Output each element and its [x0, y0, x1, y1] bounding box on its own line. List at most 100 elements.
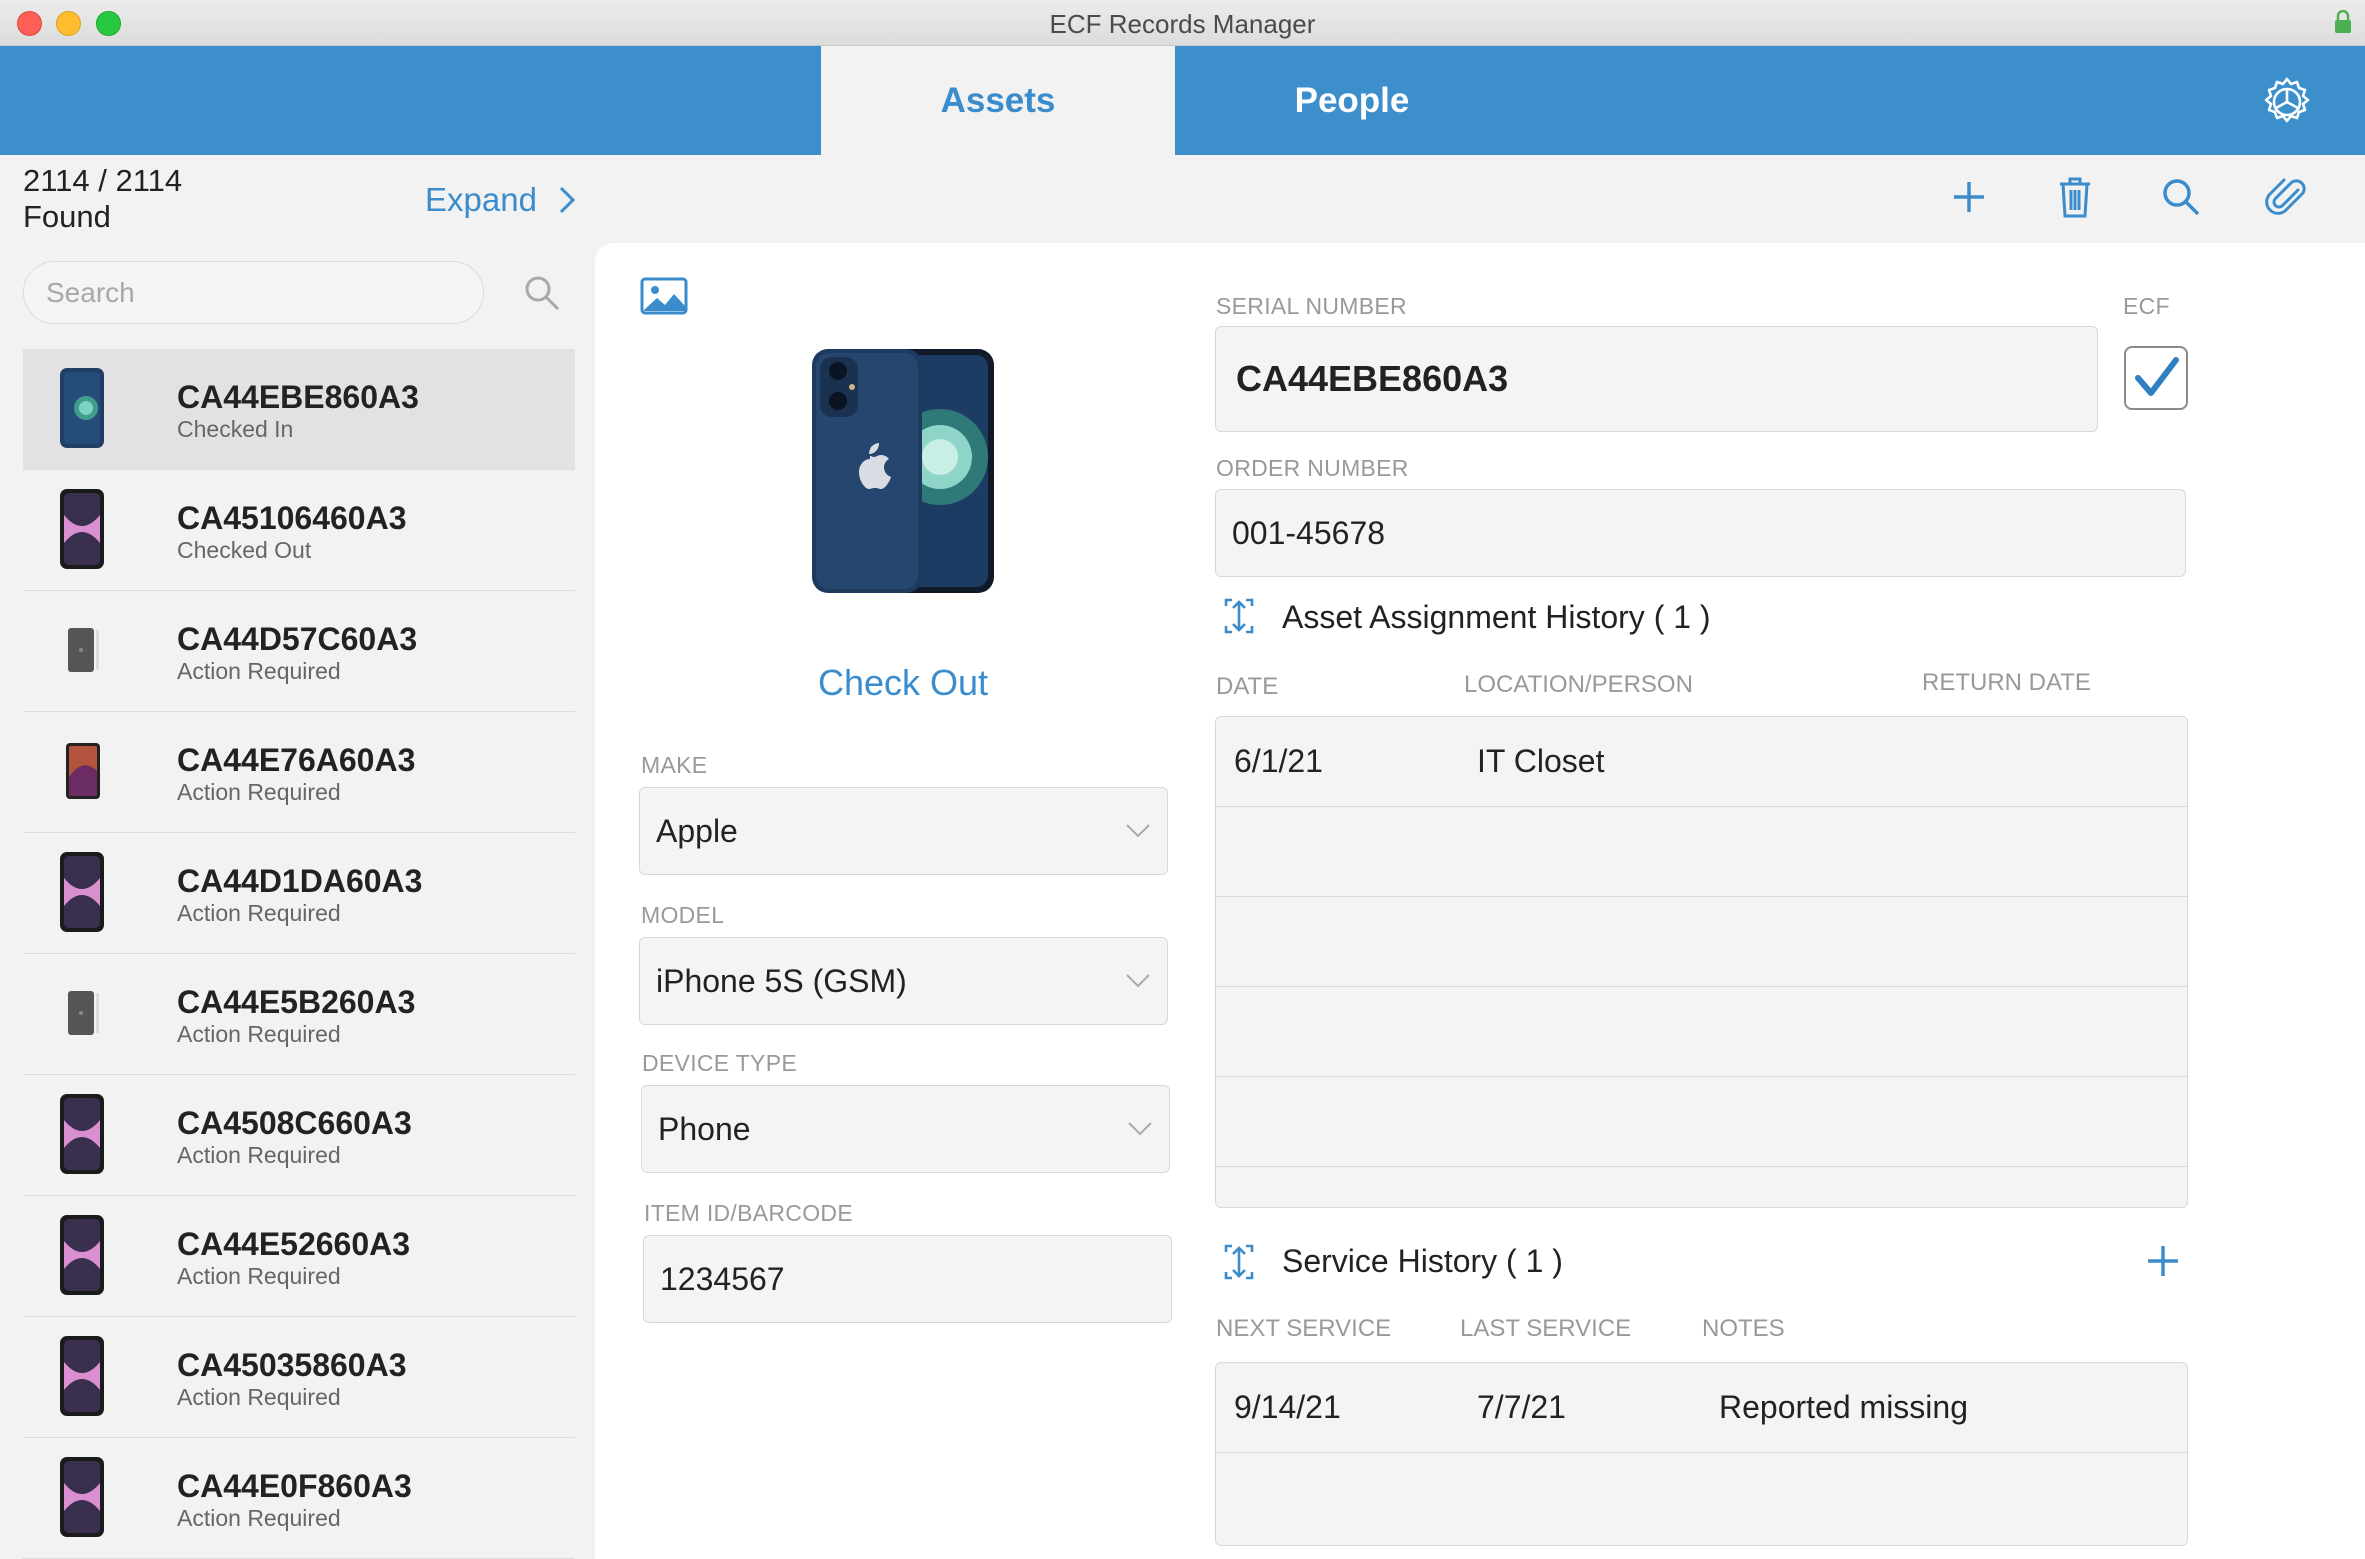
- table-cell: IT Closet: [1477, 743, 1605, 779]
- table-row[interactable]: 9/14/21 7/7/21 Reported missing: [1216, 1363, 2187, 1453]
- asset-list-item[interactable]: CA44D1DA60A3 Action Required: [23, 833, 575, 954]
- order-number-value: 001-45678: [1232, 514, 1386, 551]
- serial-number-field[interactable]: CA44EBE860A3: [1215, 326, 2098, 432]
- window-title: ECF Records Manager: [1049, 9, 1316, 39]
- expand-collapse-icon[interactable]: [1218, 1240, 1260, 1284]
- asset-list-item[interactable]: CA44E0F860A3 Action Required: [23, 1438, 575, 1559]
- search-field[interactable]: [23, 261, 484, 324]
- order-number-field[interactable]: 001-45678: [1215, 489, 2186, 577]
- item-id-value: 1234567: [660, 1260, 785, 1297]
- expand-collapse-icon[interactable]: [1218, 594, 1260, 638]
- table-row[interactable]: [1216, 1077, 2187, 1167]
- asset-status: Action Required: [177, 1384, 341, 1410]
- asset-list-item[interactable]: CA45035860A3 Action Required: [23, 1317, 575, 1438]
- chevron-down-icon: [1126, 974, 1150, 988]
- table-cell: 7/7/21: [1477, 1389, 1566, 1425]
- table-row[interactable]: [1216, 807, 2187, 897]
- item-id-field[interactable]: 1234567: [643, 1235, 1172, 1323]
- asset-serial: CA44EBE860A3: [177, 379, 419, 415]
- asset-status: Action Required: [177, 900, 341, 926]
- asset-serial: CA45035860A3: [177, 1347, 407, 1383]
- col-location-person: LOCATION/PERSON: [1464, 671, 1693, 698]
- chevron-right-icon: [559, 186, 575, 214]
- col-notes: NOTES: [1702, 1315, 1785, 1342]
- iphone-11-purple-thumbnail: [60, 489, 104, 569]
- ipod-gray-thumbnail: [68, 991, 99, 1035]
- tab-people[interactable]: People: [1175, 46, 1529, 155]
- order-number-label: ORDER NUMBER: [1216, 455, 1409, 481]
- image-icon[interactable]: [639, 276, 689, 316]
- assignment-history-title: Asset Assignment History ( 1 ): [1282, 599, 1711, 635]
- asset-status: Action Required: [177, 1505, 341, 1531]
- table-row[interactable]: [1216, 987, 2187, 1077]
- device-type-select[interactable]: Phone: [641, 1085, 1170, 1173]
- check-out-button[interactable]: Check Out: [760, 662, 1046, 704]
- gear-icon[interactable]: [2261, 76, 2313, 128]
- table-row[interactable]: [1216, 1453, 2187, 1543]
- asset-status: Action Required: [177, 658, 341, 684]
- asset-serial: CA44E52660A3: [177, 1226, 411, 1262]
- lock-icon: [2335, 10, 2351, 33]
- add-service-icon[interactable]: [2140, 1238, 2186, 1284]
- table-cell: 9/14/21: [1234, 1389, 1341, 1425]
- ecf-checkbox[interactable]: [2124, 346, 2188, 410]
- asset-list[interactable]: CA44EBE860A3 Checked In CA45106460A3 Che…: [23, 349, 575, 1559]
- paperclip-icon[interactable]: [2262, 172, 2312, 222]
- trash-icon[interactable]: [2050, 172, 2100, 222]
- iphone-11-purple-thumbnail: [60, 1336, 104, 1416]
- search-input[interactable]: [44, 275, 448, 310]
- model-select[interactable]: iPhone 5S (GSM): [639, 937, 1168, 1025]
- tab-assets-label: Assets: [940, 80, 1056, 120]
- table-cell: 6/1/21: [1234, 743, 1323, 779]
- ipod-gray-thumbnail: [68, 628, 99, 672]
- asset-serial: CA45106460A3: [177, 500, 407, 536]
- iphone-11-purple-thumbnail: [60, 1457, 104, 1537]
- table-row[interactable]: 6/1/21 IT Closet: [1216, 717, 2187, 807]
- iphone-11-purple-thumbnail: [60, 1215, 104, 1295]
- asset-serial: CA44E76A60A3: [177, 742, 416, 778]
- checkmark-icon: [2135, 357, 2179, 396]
- serial-number-value: CA44EBE860A3: [1236, 358, 1509, 399]
- asset-serial: CA4508C660A3: [177, 1105, 412, 1141]
- iphone-12-blue-thumbnail: [60, 368, 104, 448]
- title-bar: ECF Records Manager: [0, 0, 2365, 46]
- asset-list-item[interactable]: CA44D57C60A3 Action Required: [23, 591, 575, 712]
- found-count-value: 2114 / 2114: [23, 163, 183, 198]
- asset-status: Action Required: [177, 1021, 341, 1047]
- search-icon[interactable]: [2156, 172, 2206, 222]
- found-count-label: Found: [23, 199, 111, 234]
- asset-list-item[interactable]: CA44E52660A3 Action Required: [23, 1196, 575, 1317]
- asset-list-item[interactable]: CA44EBE860A3 Checked In: [23, 349, 575, 470]
- serial-number-label: SERIAL NUMBER: [1216, 293, 1407, 319]
- table-row[interactable]: [1216, 897, 2187, 987]
- model-label: MODEL: [641, 902, 725, 928]
- device-type-value: Phone: [658, 1110, 751, 1147]
- device-photo: [812, 349, 994, 593]
- asset-status: Action Required: [177, 1263, 341, 1289]
- asset-list-item[interactable]: CA45106460A3 Checked Out: [23, 470, 575, 591]
- add-icon[interactable]: [1944, 172, 1994, 222]
- ipad-dark-thumbnail: [66, 743, 100, 799]
- asset-serial: CA44D1DA60A3: [177, 863, 423, 899]
- col-return-date: RETURN DATE: [1922, 669, 2091, 696]
- table-cell: Reported missing: [1719, 1389, 1968, 1425]
- expand-button[interactable]: Expand: [425, 181, 575, 219]
- service-history-table: 9/14/21 7/7/21 Reported missing: [1215, 1362, 2188, 1546]
- item-id-label: ITEM ID/BARCODE: [644, 1200, 853, 1226]
- asset-list-item[interactable]: CA44E76A60A3 Action Required: [23, 712, 575, 833]
- top-nav-bar: Assets People: [0, 46, 2365, 155]
- iphone-11-purple-thumbnail: [60, 852, 104, 932]
- found-count: 2114 / 2114 Found: [23, 163, 182, 235]
- asset-list-item[interactable]: CA4508C660A3 Action Required: [23, 1075, 575, 1196]
- assignment-history-table: 6/1/21 IT Closet: [1215, 716, 2188, 1208]
- asset-status: Checked Out: [177, 537, 312, 563]
- tab-assets[interactable]: Assets: [821, 46, 1175, 155]
- model-value: iPhone 5S (GSM): [656, 962, 907, 999]
- make-select[interactable]: Apple: [639, 787, 1168, 875]
- search-icon[interactable]: [521, 272, 563, 314]
- asset-status: Action Required: [177, 779, 341, 805]
- iphone-11-purple-thumbnail: [60, 1094, 104, 1174]
- asset-serial: CA44D57C60A3: [177, 621, 418, 657]
- asset-serial: CA44E5B260A3: [177, 984, 416, 1020]
- asset-list-item[interactable]: CA44E5B260A3 Action Required: [23, 954, 575, 1075]
